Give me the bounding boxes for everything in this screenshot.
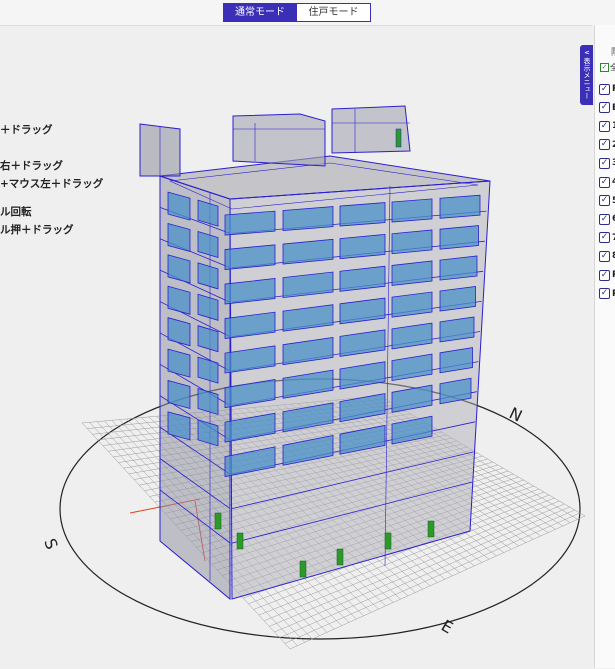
floor-toggle-4[interactable]: ✓4 [599, 175, 615, 189]
panel-header: 階 [611, 45, 615, 58]
floor-toggle-7[interactable]: ✓7 [599, 231, 615, 245]
floor-toggle-p[interactable]: ✓P [599, 268, 615, 282]
floor-toggle-8[interactable]: ✓8 [599, 249, 615, 263]
floor-toggle-5[interactable]: ✓5 [599, 194, 615, 208]
window [439, 225, 479, 250]
window [439, 255, 478, 281]
dwelling-mode-button[interactable]: 住戸モード [297, 3, 371, 22]
window [439, 194, 481, 219]
floor-toggle-1[interactable]: ✓1 [599, 119, 615, 133]
floor-toggle-p[interactable]: ✓P [599, 287, 615, 301]
door [384, 532, 392, 550]
window [391, 229, 433, 255]
window [339, 202, 386, 227]
window [282, 238, 334, 265]
penthouse-left [232, 113, 326, 167]
floor-checkbox[interactable]: ✓ [599, 139, 610, 151]
floor-checkbox[interactable]: ✓ [599, 176, 610, 188]
floor-checkbox[interactable]: ✓ [599, 250, 610, 262]
help-line: ＋ドラッグ [0, 124, 53, 136]
floor-checkbox[interactable]: ✓ [599, 288, 610, 300]
floor-panel: 階 ✓ 全 ✓R ✓B ✓1 ✓2 ✓3 ✓4 ✓5 ✓6 ✓7 ✓8 ✓P ✓P [594, 25, 615, 668]
help-line: ル回転 [0, 206, 32, 218]
floor-checkbox[interactable]: ✓ [599, 83, 610, 95]
compass-south-label: S [40, 536, 61, 552]
floor-checkbox[interactable]: ✓ [599, 195, 610, 207]
help-text: ＋ドラッグ 右＋ドラッグ +マウス左＋ドラッグ ル回転 ル押＋ドラッグ [0, 121, 103, 239]
floor-checkbox[interactable]: ✓ [599, 157, 610, 169]
floor-toggle-2[interactable]: ✓2 [599, 138, 615, 152]
normal-mode-button[interactable]: 通常モード [223, 3, 297, 22]
door [299, 560, 307, 578]
floor-checkbox[interactable]: ✓ [599, 269, 610, 281]
compass-east-label: E [438, 616, 456, 638]
all-floors-label: 全 [610, 62, 615, 73]
help-line: +マウス左＋ドラッグ [0, 178, 104, 190]
window [224, 244, 276, 270]
mode-toggle: 通常モード 住戸モード [223, 3, 371, 22]
floor-checkbox[interactable]: ✓ [599, 120, 610, 132]
window [339, 233, 386, 260]
penthouse-door [395, 128, 402, 148]
floor-toggle-3[interactable]: ✓3 [599, 156, 615, 170]
window [282, 206, 334, 231]
3d-viewport[interactable]: N S E ＋ドラッグ 右＋ドラッグ +マウス左＋ドラッグ ル回転 ル押＋ドラッ… [0, 25, 592, 668]
compass-north-label: N [506, 403, 525, 425]
door [214, 512, 222, 530]
top-bar: 通常モード 住戸モード [0, 0, 615, 25]
door [336, 548, 344, 566]
floor-toggle-6[interactable]: ✓6 [599, 212, 615, 226]
display-menu-tab[interactable]: ∨ 表示メニュー [580, 45, 593, 105]
door [427, 520, 435, 538]
floor-toggle-b[interactable]: ✓B [599, 101, 615, 115]
all-floors-checkbox[interactable]: ✓ [600, 63, 609, 72]
floor-checkbox[interactable]: ✓ [599, 232, 610, 244]
door [236, 532, 244, 550]
floor-toggle-r[interactable]: ✓R [599, 82, 615, 96]
window [224, 210, 276, 236]
floor-checkbox[interactable]: ✓ [599, 213, 610, 225]
window [439, 285, 476, 312]
help-line: 右＋ドラッグ [0, 160, 63, 172]
window [391, 198, 433, 223]
floor-checkbox[interactable]: ✓ [599, 102, 610, 114]
window [391, 260, 433, 286]
help-line: ル押＋ドラッグ [0, 224, 74, 236]
